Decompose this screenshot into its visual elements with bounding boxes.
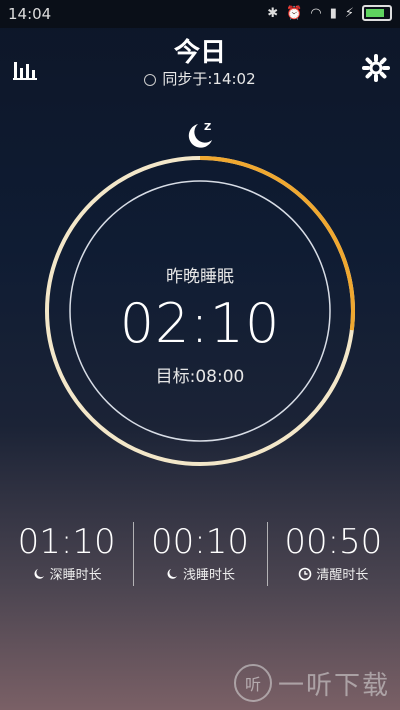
moon-z-icon [34,568,44,579]
bluetooth-icon: ✱ [267,5,279,21]
awake-label: 清醒时长 [316,568,369,583]
last-night-label: 昨晚睡眠 [166,267,234,287]
charging-icon: ⚡ [344,5,354,21]
sleep-goal: 目标:08:00 [155,367,245,387]
deep-sleep-label: 深睡时长 [49,568,102,583]
sync-icon [144,73,157,86]
signal-icon: ▮ [329,5,337,21]
watermark-text: 一听下载 [277,670,390,701]
gear-icon[interactable] [362,54,390,82]
header: 今日 同步于:14:02 [0,28,400,98]
status-bar: 14:04 ✱ ⏰ ◠ ▮ ⚡ [0,0,400,28]
watermark: 听 一听下载 [233,664,390,702]
deep-sleep-value: 01:10 [17,522,116,562]
stat-light-sleep: 00:10 浅睡时长 [133,522,266,592]
awake-value: 00:50 [284,522,383,562]
status-icons: ✱ ⏰ ◠ ▮ ⚡ [267,5,392,21]
total-sleep-time: 02:10 [119,292,281,355]
sync-text: 同步于:14:02 [162,70,256,88]
stat-awake: 00:50 清醒时长 [266,522,400,592]
wifi-icon: ◠ [310,5,322,21]
clock-icon [299,567,312,580]
alarm-icon: ⏰ [286,5,303,21]
page-title: 今日 [173,38,226,68]
status-time: 14:04 [8,5,52,23]
sync-status: 同步于:14:02 [0,68,400,89]
sleep-stats: 01:10 深睡时长 00:10 浅睡时长 00:50 清醒时长 [0,522,400,592]
stat-deep-sleep: 01:10 深睡时长 [0,522,133,592]
light-sleep-label-row: 浅睡时长 [165,564,235,583]
svg-text:Z: Z [204,122,211,133]
light-sleep-label: 浅睡时长 [182,568,235,583]
light-sleep-value: 00:10 [151,522,249,562]
battery-icon [362,5,392,21]
moon-z-icon [167,568,177,579]
watermark-logo: 听 [233,664,272,702]
moon-sleep-icon: Z [188,122,212,148]
awake-label-row: 清醒时长 [298,564,368,583]
deep-sleep-label-row: 深睡时长 [32,564,102,583]
